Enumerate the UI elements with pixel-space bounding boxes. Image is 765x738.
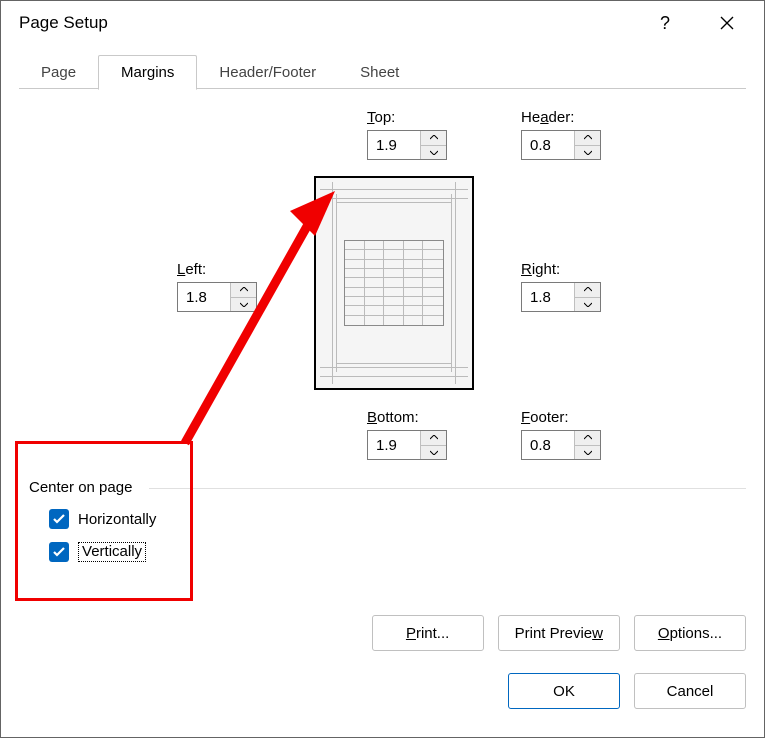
label-right: Right:	[521, 261, 601, 278]
chevron-down-icon	[584, 450, 592, 455]
cancel-button[interactable]: Cancel	[634, 673, 746, 709]
chevron-up-icon	[584, 135, 592, 140]
spin-up-header[interactable]	[575, 131, 600, 146]
tab-bar: Page Margins Header/Footer Sheet	[19, 49, 746, 89]
field-header: Header:	[521, 109, 601, 160]
label-horizontally: Horizontally	[78, 511, 156, 528]
checkbox-vertically[interactable]	[49, 542, 69, 562]
options-button[interactable]: Options...	[634, 615, 746, 651]
label-left: Left:	[177, 261, 257, 278]
close-button[interactable]	[704, 1, 750, 45]
close-icon	[720, 16, 734, 30]
help-button[interactable]: ?	[642, 1, 688, 45]
print-preview-button[interactable]: Print Preview	[498, 615, 620, 651]
ok-button[interactable]: OK	[508, 673, 620, 709]
page-setup-dialog: Page Setup ? Page Margins Header/Footer …	[0, 0, 765, 738]
dialog-title: Page Setup	[19, 13, 642, 33]
preview-grid	[344, 240, 444, 326]
field-bottom: Bottom:	[367, 409, 447, 460]
checkbox-row-horizontally: Horizontally	[49, 509, 156, 529]
field-left: Left:	[177, 261, 257, 312]
button-row-2: OK Cancel	[508, 673, 746, 709]
checkbox-horizontally[interactable]	[49, 509, 69, 529]
spinner-bottom[interactable]	[367, 430, 447, 460]
check-icon	[53, 547, 65, 557]
print-button[interactable]: Print...	[372, 615, 484, 651]
field-right: Right:	[521, 261, 601, 312]
section-rule	[149, 488, 746, 489]
spin-down-right[interactable]	[575, 298, 600, 312]
input-right[interactable]	[522, 283, 574, 311]
spin-up-footer[interactable]	[575, 431, 600, 446]
input-footer[interactable]	[522, 431, 574, 459]
spinner-footer[interactable]	[521, 430, 601, 460]
field-top: Top:	[367, 109, 447, 160]
chevron-up-icon	[584, 287, 592, 292]
spin-down-top[interactable]	[421, 146, 446, 160]
spin-down-header[interactable]	[575, 146, 600, 160]
spin-up-left[interactable]	[231, 283, 256, 298]
label-vertically: Vertically	[78, 542, 146, 562]
button-row-1: Print... Print Preview Options...	[372, 615, 746, 651]
chevron-up-icon	[430, 435, 438, 440]
spin-up-right[interactable]	[575, 283, 600, 298]
check-icon	[53, 514, 65, 524]
spin-down-left[interactable]	[231, 298, 256, 312]
spinner-left[interactable]	[177, 282, 257, 312]
chevron-down-icon	[430, 150, 438, 155]
chevron-down-icon	[584, 302, 592, 307]
spinner-right[interactable]	[521, 282, 601, 312]
input-top[interactable]	[368, 131, 420, 159]
chevron-down-icon	[240, 302, 248, 307]
spin-down-bottom[interactable]	[421, 446, 446, 460]
label-top: Top:	[367, 109, 447, 126]
input-header[interactable]	[522, 131, 574, 159]
margins-panel: Top: Header: Left:	[19, 89, 746, 689]
field-footer: Footer:	[521, 409, 601, 460]
label-bottom: Bottom:	[367, 409, 447, 426]
chevron-down-icon	[584, 150, 592, 155]
tab-page[interactable]: Page	[19, 56, 98, 89]
chevron-up-icon	[584, 435, 592, 440]
tab-header-footer[interactable]: Header/Footer	[197, 56, 338, 89]
section-center-on-page: Center on page	[29, 479, 138, 496]
label-header: Header:	[521, 109, 601, 126]
spin-up-bottom[interactable]	[421, 431, 446, 446]
chevron-down-icon	[430, 450, 438, 455]
checkbox-row-vertically: Vertically	[49, 542, 146, 562]
label-footer: Footer:	[521, 409, 601, 426]
page-preview	[314, 176, 474, 390]
tab-sheet[interactable]: Sheet	[338, 56, 421, 89]
spinner-top[interactable]	[367, 130, 447, 160]
chevron-up-icon	[430, 135, 438, 140]
input-bottom[interactable]	[368, 431, 420, 459]
spinner-header[interactable]	[521, 130, 601, 160]
chevron-up-icon	[240, 287, 248, 292]
input-left[interactable]	[178, 283, 230, 311]
titlebar: Page Setup ?	[1, 1, 764, 45]
spin-up-top[interactable]	[421, 131, 446, 146]
spin-down-footer[interactable]	[575, 446, 600, 460]
tab-margins[interactable]: Margins	[98, 55, 197, 90]
